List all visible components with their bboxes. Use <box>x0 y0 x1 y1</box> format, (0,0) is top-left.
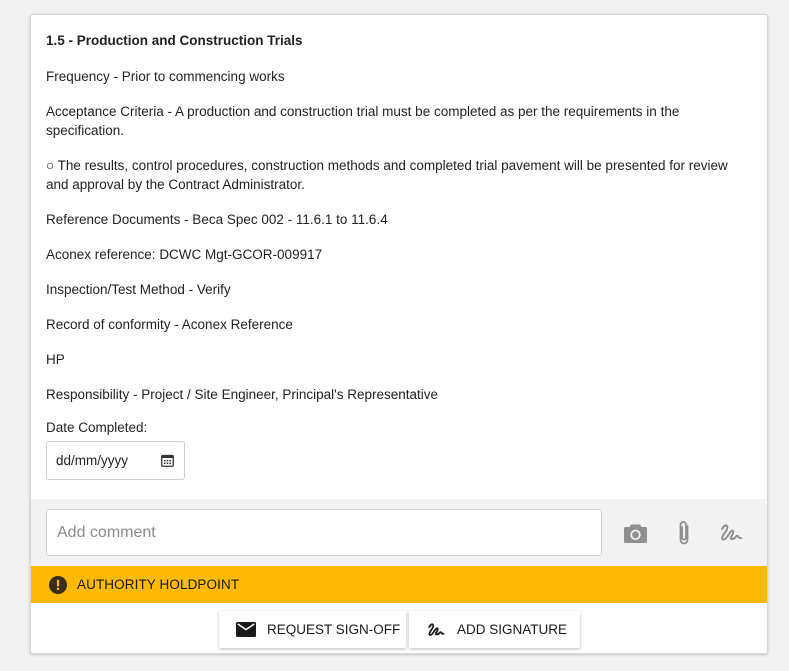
item-content: 1.5 - Production and Construction Trials… <box>46 31 746 480</box>
signature-icon <box>426 621 446 639</box>
authority-holdpoint-banner: AUTHORITY HOLDPOINT <box>31 566 767 603</box>
envelope-icon <box>236 622 256 637</box>
camera-icon[interactable] <box>622 520 648 546</box>
date-completed-input[interactable]: dd/mm/yyyy <box>46 441 185 480</box>
item-reference-documents: Reference Documents - Beca Spec 002 - 11… <box>46 212 388 227</box>
signature-icon[interactable] <box>718 520 744 546</box>
comment-bar <box>31 499 767 566</box>
checklist-item-card: 1.5 - Production and Construction Trials… <box>30 14 768 654</box>
action-bar: REQUEST SIGN-OFF ADD SIGNATURE <box>31 603 767 653</box>
alert-circle-icon <box>49 575 67 594</box>
item-title: 1.5 - Production and Construction Trials <box>46 33 303 48</box>
add-signature-button[interactable]: ADD SIGNATURE <box>409 611 580 648</box>
add-signature-label: ADD SIGNATURE <box>457 622 568 637</box>
item-inspection-method: Inspection/Test Method - Verify <box>46 282 231 297</box>
date-completed-label: Date Completed: <box>46 420 148 435</box>
item-record-of-conformity: Record of conformity - Aconex Reference <box>46 317 293 332</box>
request-sign-off-label: REQUEST SIGN-OFF <box>267 622 401 637</box>
item-acceptance-criteria: Acceptance Criteria - A production and c… <box>46 104 680 138</box>
comment-input[interactable] <box>46 509 602 556</box>
item-responsibility: Responsibility - Project / Site Engineer… <box>46 387 439 402</box>
item-frequency: Frequency - Prior to commencing works <box>46 69 285 84</box>
item-hp-tag: HP <box>46 352 65 367</box>
calendar-icon[interactable] <box>161 454 174 467</box>
date-placeholder: dd/mm/yyyy <box>56 453 129 468</box>
item-aconex-reference: Aconex reference: DCWC Mgt-GCOR-009917 <box>46 247 323 262</box>
item-results-note: ○ The results, control procedures, const… <box>46 158 728 192</box>
holdpoint-label: AUTHORITY HOLDPOINT <box>77 577 240 592</box>
request-sign-off-button[interactable]: REQUEST SIGN-OFF <box>219 611 406 648</box>
paperclip-icon[interactable] <box>671 520 697 546</box>
